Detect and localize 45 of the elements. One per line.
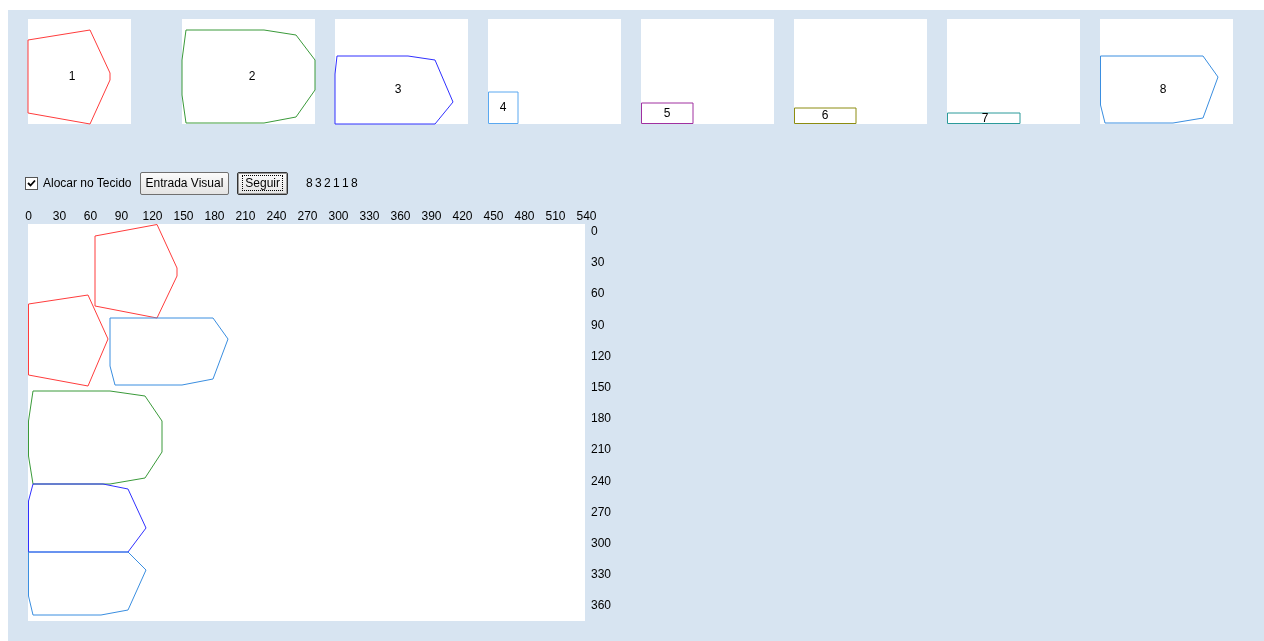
ruler-label: 60	[82, 209, 99, 224]
ruler-label: 0	[591, 224, 599, 240]
piece-number: 2	[248, 69, 256, 84]
ruler-label: 390	[420, 209, 443, 224]
ruler-label: 510	[544, 209, 567, 224]
ruler-label: 150	[172, 209, 195, 224]
ruler-label: 240	[265, 209, 288, 224]
piece-number: 3	[394, 82, 402, 97]
piece-number: 1	[68, 69, 76, 84]
ruler-label: 90	[113, 209, 130, 224]
ruler-label: 90	[591, 317, 606, 334]
ruler-label: 210	[591, 442, 612, 459]
ruler-label: 120	[141, 209, 164, 224]
ruler-label: 150	[591, 379, 612, 396]
action-button[interactable]: Seguir	[237, 171, 289, 195]
ruler-label: 120	[591, 348, 612, 365]
ruler-label: 540	[575, 209, 598, 224]
piece-number: 6	[821, 108, 829, 123]
ruler-label: 420	[451, 209, 474, 224]
checkmark-icon	[27, 178, 36, 188]
ruler-label: 270	[591, 504, 612, 521]
ruler-label: 60	[591, 286, 606, 303]
ruler-label: 480	[513, 209, 536, 224]
ruler-label: 330	[358, 209, 381, 224]
ruler-label: 300	[591, 535, 612, 552]
piece-number: 7	[981, 111, 989, 126]
sequence-text: 8 3 2 1 1 8	[306, 176, 358, 190]
ruler-label: 0	[24, 209, 33, 224]
piece-number: 8	[1159, 82, 1167, 97]
ruler-label: 210	[234, 209, 257, 224]
ruler-label: 30	[591, 255, 606, 272]
ruler-label: 450	[482, 209, 505, 224]
ruler-label: 30	[51, 209, 68, 224]
ruler-label: 270	[296, 209, 319, 224]
ruler-label: 300	[327, 209, 350, 224]
ruler-label: 240	[591, 473, 612, 490]
ruler-label: 180	[591, 411, 612, 428]
ruler-label: 180	[203, 209, 226, 224]
ruler-label: 360	[389, 209, 412, 224]
piece-number: 5	[663, 106, 671, 121]
ruler-label: 360	[591, 598, 612, 615]
ruler-label: 330	[591, 567, 612, 584]
action-button[interactable]: Entrada Visual	[139, 171, 230, 195]
piece-number: 4	[499, 100, 507, 115]
allocate-checkbox[interactable]: Alocar no Tecido	[25, 176, 132, 190]
